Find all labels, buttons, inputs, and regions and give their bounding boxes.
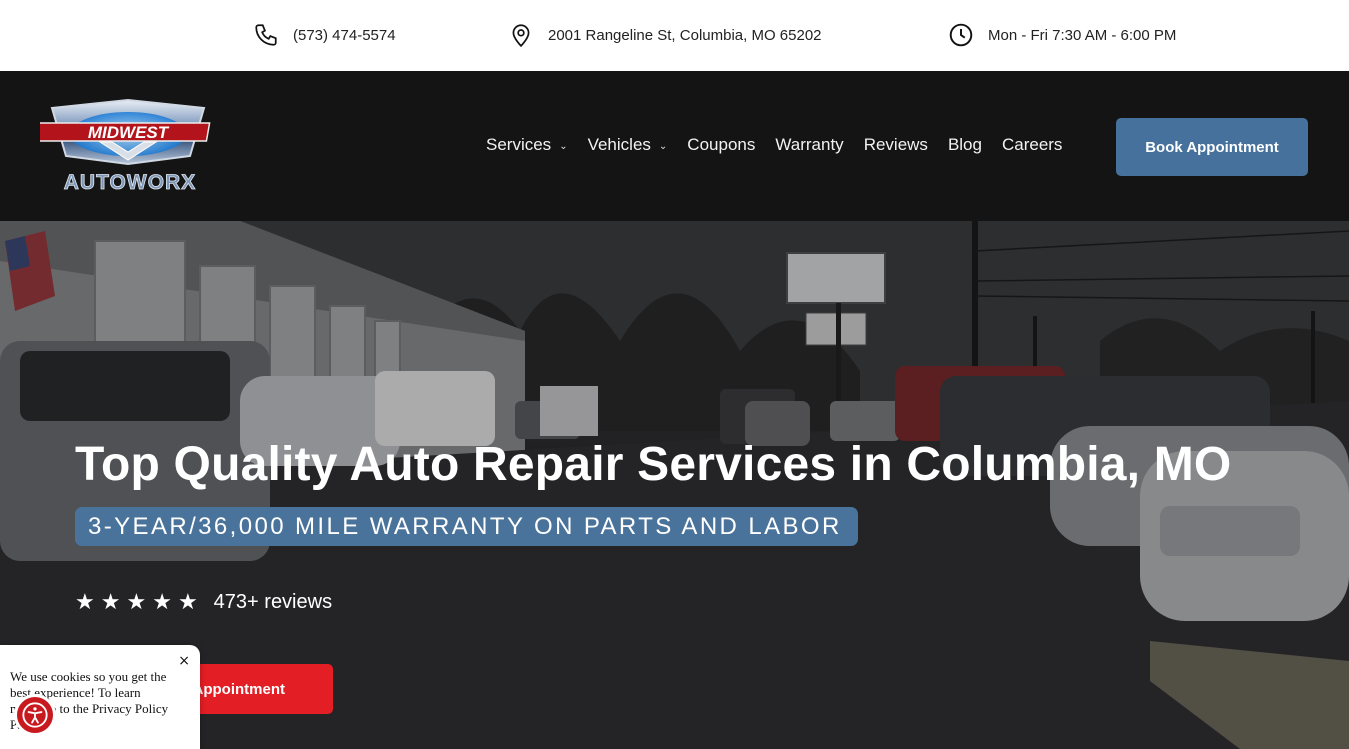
hours-text: Mon - Fri 7:30 AM - 6:00 PM bbox=[988, 26, 1177, 44]
phone-contact[interactable]: (573) 474-5574 bbox=[253, 22, 396, 48]
star-rating: ★ ★ ★ ★ ★ bbox=[75, 589, 198, 615]
hero-section: Top Quality Auto Repair Services in Colu… bbox=[0, 221, 1349, 749]
nav-coupons[interactable]: Coupons bbox=[687, 135, 755, 155]
nav-blog[interactable]: Blog bbox=[948, 135, 982, 155]
nav-careers[interactable]: Careers bbox=[1002, 135, 1062, 155]
address-text[interactable]: 2001 Rangeline St, Columbia, MO 65202 bbox=[548, 27, 822, 44]
accessibility-icon bbox=[22, 702, 48, 728]
nav-services[interactable]: Services ⌄ bbox=[486, 135, 568, 155]
chevron-down-icon: ⌄ bbox=[658, 140, 668, 152]
star-icon: ★ bbox=[75, 589, 95, 614]
location-pin-icon bbox=[512, 24, 530, 48]
accessibility-button[interactable] bbox=[14, 694, 56, 736]
hero-title: Top Quality Auto Repair Services in Colu… bbox=[75, 438, 1232, 491]
main-nav: Services ⌄ Vehicles ⌄ Coupons Warranty R… bbox=[486, 135, 1062, 155]
star-icon: ★ bbox=[177, 589, 198, 614]
warranty-badge: 3-YEAR/36,000 MILE WARRANTY ON PARTS AND… bbox=[75, 507, 858, 546]
star-icon: ★ bbox=[152, 589, 172, 614]
address-contact[interactable]: 2001 Rangeline St, Columbia, MO 65202 bbox=[508, 22, 822, 48]
reviews-count[interactable]: 473+ reviews bbox=[214, 591, 332, 614]
star-icon: ★ bbox=[126, 589, 147, 614]
nav-reviews[interactable]: Reviews bbox=[864, 135, 928, 155]
phone-icon bbox=[255, 24, 277, 46]
contact-bar: (573) 474-5574 2001 Rangeline St, Columb… bbox=[0, 0, 1349, 72]
nav-vehicles[interactable]: Vehicles ⌄ bbox=[588, 135, 668, 155]
logo-text-top: MIDWEST bbox=[88, 123, 170, 142]
book-appointment-button[interactable]: Book Appointment bbox=[1116, 118, 1308, 176]
close-icon[interactable]: × bbox=[178, 653, 190, 669]
hours-contact: Mon - Fri 7:30 AM - 6:00 PM bbox=[948, 22, 1176, 48]
site-header: MIDWEST AUTOWORX Services ⌄ Vehicles ⌄ C… bbox=[0, 71, 1349, 221]
chevron-down-icon: ⌄ bbox=[559, 140, 568, 152]
star-icon: ★ bbox=[100, 589, 121, 614]
clock-icon bbox=[949, 23, 973, 47]
site-logo[interactable]: MIDWEST AUTOWORX bbox=[33, 98, 216, 196]
rating-summary[interactable]: ★ ★ ★ ★ ★ 473+ reviews bbox=[75, 589, 332, 615]
phone-number[interactable]: (573) 474-5574 bbox=[293, 27, 396, 44]
logo-text-bottom: AUTOWORX bbox=[64, 171, 196, 194]
nav-warranty[interactable]: Warranty bbox=[775, 135, 843, 155]
